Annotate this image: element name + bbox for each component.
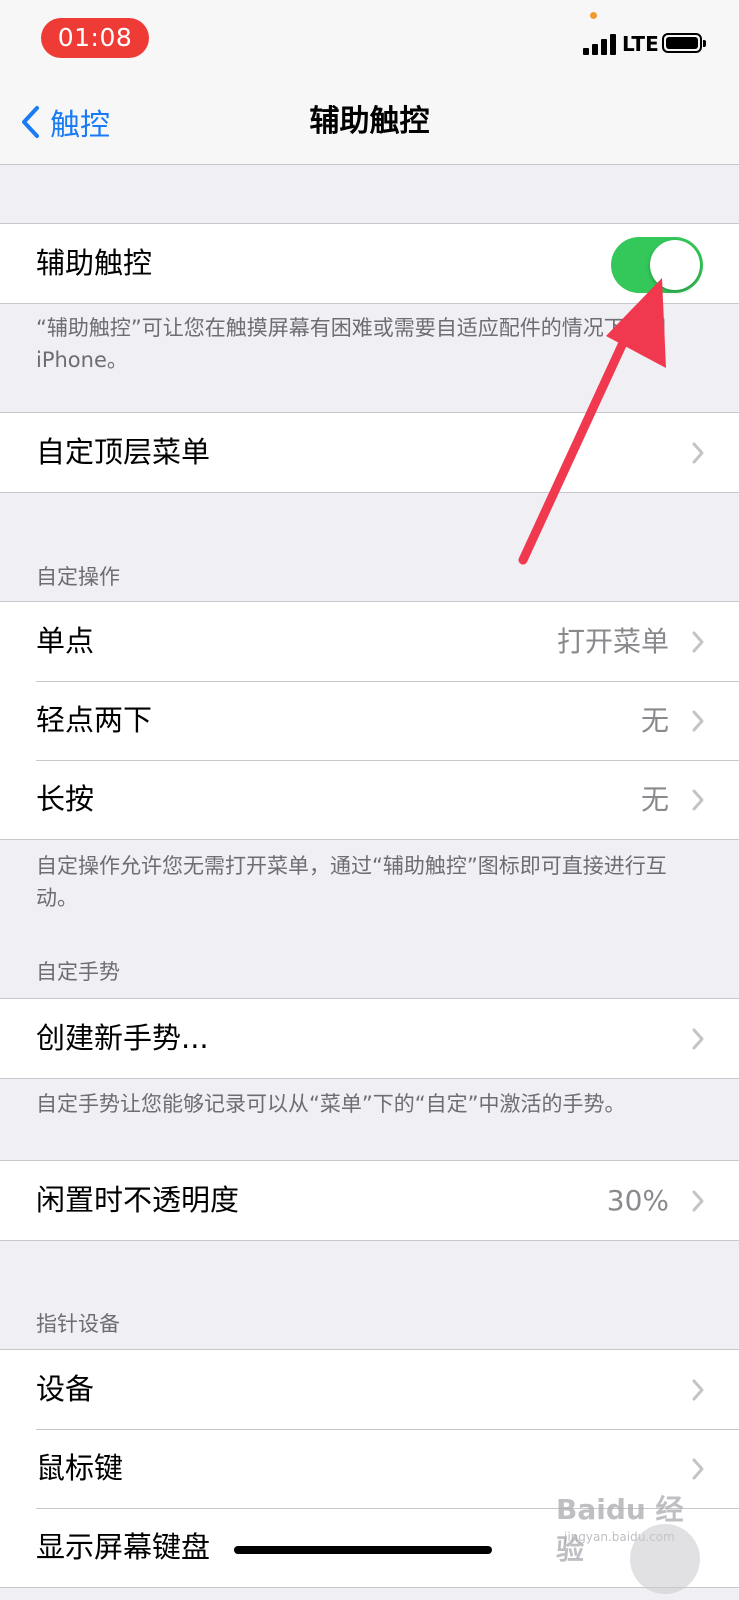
toggle-knob (650, 240, 700, 290)
chevron-right-icon (692, 442, 704, 464)
devices-row[interactable]: 设备 (0, 1350, 739, 1429)
long-press-value: 无 (640, 783, 669, 816)
chevron-right-icon (692, 1028, 704, 1050)
create-new-gesture-label: 创建新手势... (36, 1021, 209, 1055)
custom-actions-group: 单点 打开菜单 轻点两下 无 长按 无 (0, 601, 739, 840)
long-press-label: 长按 (36, 782, 95, 816)
chevron-right-icon (692, 789, 704, 811)
idle-opacity-value: 30% (606, 1184, 669, 1217)
show-onscreen-keyboard-label: 显示屏幕键盘 (36, 1530, 211, 1564)
create-new-gesture-row[interactable]: 创建新手势... (0, 999, 739, 1078)
chevron-right-icon (692, 1190, 704, 1212)
double-tap-value: 无 (640, 704, 669, 737)
custom-gestures-group: 创建新手势... (0, 998, 739, 1079)
assistive-touch-footnote: “辅助触控”可让您在触摸屏幕有困难或需要自适应配件的情况下使用iPhone。 (36, 316, 667, 372)
top-menu-group: 自定顶层菜单 (0, 412, 739, 493)
custom-actions-header: 自定操作 (36, 565, 120, 589)
chevron-right-icon (692, 1458, 704, 1480)
idle-opacity-label: 闲置时不透明度 (36, 1183, 240, 1217)
assistive-touch-toggle[interactable] (611, 237, 703, 293)
double-tap-row[interactable]: 轻点两下 无 (0, 681, 739, 760)
home-indicator[interactable] (234, 1546, 492, 1554)
idle-opacity-row[interactable]: 闲置时不透明度 30% (0, 1161, 739, 1240)
custom-gestures-header: 自定手势 (36, 960, 120, 984)
page-title: 辅助触控 (309, 104, 430, 139)
single-tap-value: 打开菜单 (556, 625, 669, 658)
customize-top-menu-row[interactable]: 自定顶层菜单 (0, 413, 739, 492)
long-press-row[interactable]: 长按 无 (0, 760, 739, 839)
double-tap-label: 轻点两下 (36, 703, 153, 737)
mouse-keys-label: 鼠标键 (36, 1451, 124, 1485)
customize-top-menu-label: 自定顶层菜单 (36, 435, 211, 469)
assistive-touch-row: 辅助触控 (0, 224, 739, 303)
network-type: LTE (622, 32, 659, 56)
assistive-touch-label: 辅助触控 (36, 246, 153, 280)
single-tap-label: 单点 (36, 624, 95, 658)
status-time: 01:08 (41, 18, 149, 58)
chevron-right-icon (692, 710, 704, 732)
custom-gestures-footnote: 自定手势让您能够记录可以从“菜单”下的“自定”中激活的手势。 (36, 1092, 626, 1116)
chevron-right-icon (692, 1379, 704, 1401)
devices-label: 设备 (36, 1372, 95, 1406)
custom-actions-footnote: 自定操作允许您无需打开菜单，通过“辅助触控”图标即可直接进行互动。 (36, 854, 667, 910)
single-tap-row[interactable]: 单点 打开菜单 (0, 602, 739, 681)
assistive-touch-floating-button[interactable] (630, 1524, 700, 1594)
mic-in-use-indicator-icon (590, 12, 597, 19)
status-bar: 01:08 LTE (0, 0, 739, 80)
pointer-devices-header: 指针设备 (36, 1312, 120, 1336)
cellular-signal-icon (583, 33, 617, 55)
idle-opacity-group: 闲置时不透明度 30% (0, 1160, 739, 1241)
assistive-touch-group: 辅助触控 (0, 223, 739, 304)
chevron-right-icon (692, 631, 704, 653)
battery-icon (662, 33, 706, 53)
navigation-bar: 触控 辅助触控 (0, 80, 739, 165)
